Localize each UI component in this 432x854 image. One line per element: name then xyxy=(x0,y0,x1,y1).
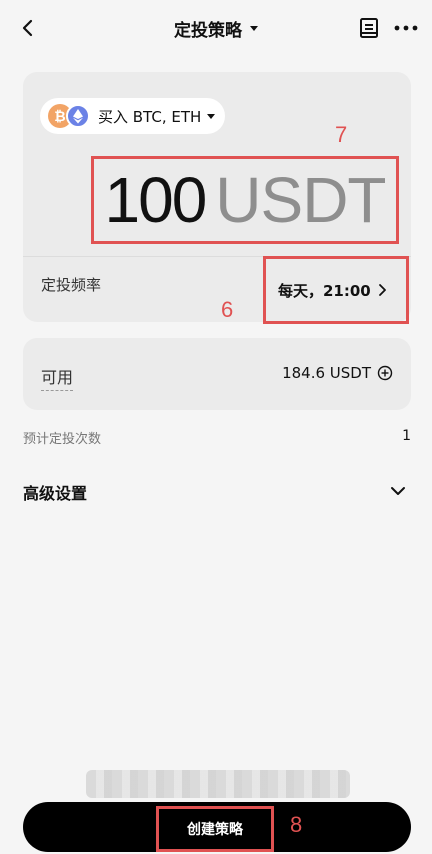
estimate-label: 预计定投次数 xyxy=(23,432,102,447)
available-value: 184.6 USDT xyxy=(282,364,371,382)
dca-strategy-page: 定投策略 ₿ 买入 BTC, ETH 7 100 USDT 定投频率 6 每天，… xyxy=(0,0,432,854)
available-balance-card: 可用 184.6 USDT xyxy=(23,338,411,410)
advanced-settings-toggle[interactable]: 高级设置 xyxy=(23,478,411,504)
svg-text:₿: ₿ xyxy=(54,109,65,125)
create-strategy-button[interactable]: 创建策略 8 xyxy=(23,802,411,852)
frequency-value: 每天，21:00 xyxy=(278,281,371,300)
chevron-right-icon xyxy=(378,284,386,296)
frequency-selector[interactable]: 每天，21:00 xyxy=(263,256,409,324)
estimate-row: 预计定投次数 1 xyxy=(23,428,411,448)
add-circle-icon[interactable] xyxy=(377,365,393,381)
advanced-settings-label: 高级设置 xyxy=(23,484,88,503)
coin-icons: ₿ xyxy=(48,104,92,128)
estimate-value: 1 xyxy=(402,428,411,444)
coin-selector-label: 买入 BTC, ETH xyxy=(98,107,202,126)
chevron-down-icon xyxy=(391,487,405,495)
available-label[interactable]: 可用 xyxy=(41,364,74,391)
annotation-cta: 8 xyxy=(290,812,303,837)
more-button[interactable] xyxy=(392,14,420,42)
eth-coin-icon xyxy=(66,104,90,128)
amount-input[interactable]: 100 USDT xyxy=(91,156,399,244)
create-button-label: 创建策略 xyxy=(187,822,243,838)
available-value-row: 184.6 USDT xyxy=(282,364,393,382)
annotation-amount: 7 xyxy=(335,122,348,147)
page-title: 定投策略 xyxy=(174,20,242,41)
blurred-notice xyxy=(86,770,350,798)
annotation-frequency: 6 xyxy=(221,297,234,322)
coin-selector[interactable]: ₿ 买入 BTC, ETH xyxy=(40,98,226,134)
more-horizontal-icon xyxy=(394,25,418,31)
amount-currency: USDT xyxy=(215,164,386,236)
investment-card: ₿ 买入 BTC, ETH 7 100 USDT 定投频率 6 每天，21:00 xyxy=(23,72,411,324)
book-icon xyxy=(360,18,378,38)
caret-down-icon xyxy=(207,113,216,119)
frequency-label: 定投频率 xyxy=(41,276,102,294)
guide-button[interactable] xyxy=(356,14,382,42)
caret-down-icon xyxy=(250,25,258,31)
header: 定投策略 xyxy=(0,0,432,56)
create-button-highlight: 创建策略 xyxy=(156,806,274,852)
amount-value: 100 xyxy=(104,164,208,236)
